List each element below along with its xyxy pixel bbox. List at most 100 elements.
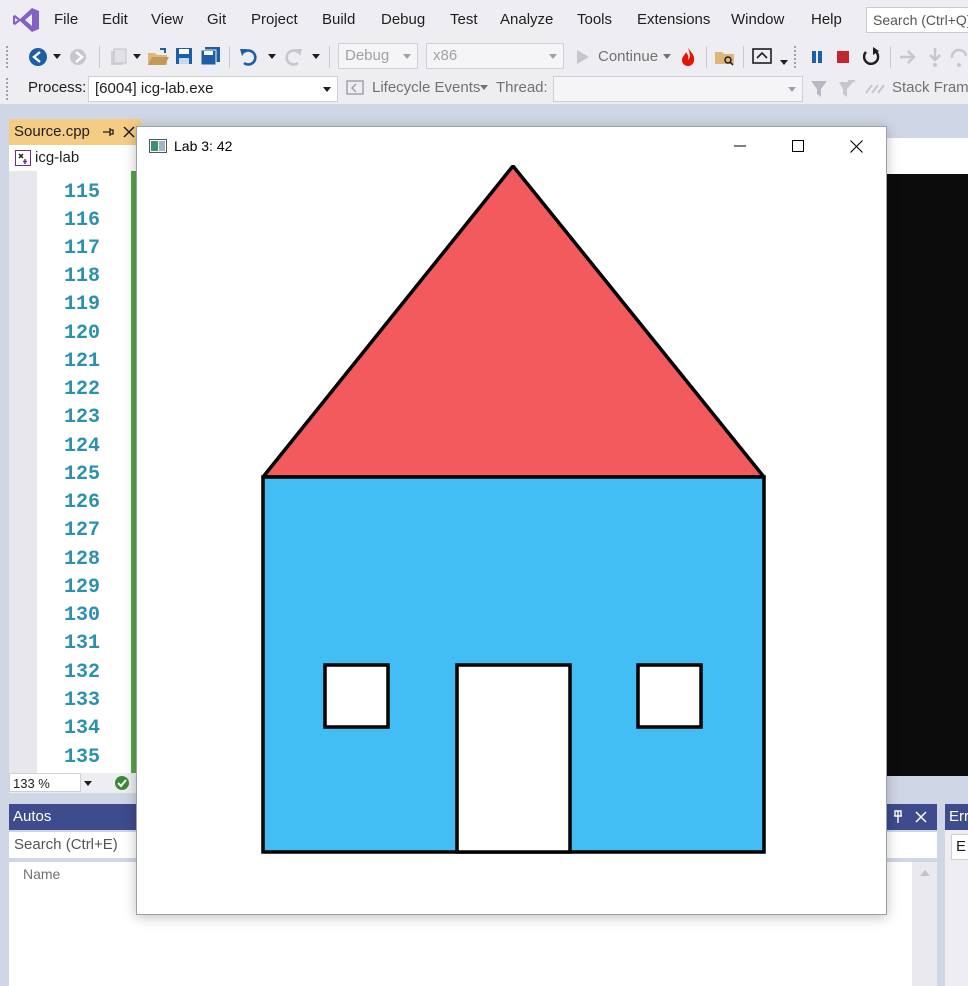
redo-icon[interactable] bbox=[282, 46, 304, 68]
line-number: 133 bbox=[63, 689, 100, 712]
chevron-down-icon bbox=[403, 54, 411, 59]
chevron-down-icon bbox=[788, 87, 796, 92]
menu-tools[interactable]: Tools bbox=[577, 11, 612, 28]
lifecycle-events-icon[interactable] bbox=[346, 79, 366, 97]
pin-icon[interactable] bbox=[102, 126, 114, 138]
error-list-search-box[interactable]: E bbox=[951, 834, 968, 860]
scroll-up-arrow-icon[interactable] bbox=[920, 870, 930, 876]
navigate-back-icon[interactable] bbox=[28, 47, 48, 67]
error-list-panel-header[interactable]: Err bbox=[945, 804, 968, 830]
chevron-down-icon bbox=[323, 87, 331, 92]
menu-edit[interactable]: Edit bbox=[102, 11, 128, 28]
close-icon[interactable] bbox=[123, 126, 135, 138]
chevron-down-icon[interactable] bbox=[268, 54, 276, 60]
line-number: 128 bbox=[63, 548, 100, 571]
line-number: 115 bbox=[63, 181, 100, 204]
menu-git[interactable]: Git bbox=[207, 11, 226, 28]
chevron-down-icon[interactable] bbox=[312, 54, 320, 60]
menu-analyze[interactable]: Analyze bbox=[500, 11, 553, 28]
visual-studio-logo-icon[interactable] bbox=[12, 7, 40, 33]
search-input[interactable]: Search (Ctrl+Q) bbox=[866, 7, 968, 33]
chevron-down-icon[interactable] bbox=[480, 85, 488, 91]
app-title-bar[interactable]: Lab 3: 42 bbox=[137, 127, 886, 165]
stop-debugging-icon[interactable] bbox=[836, 50, 850, 64]
new-project-icon[interactable] bbox=[108, 47, 128, 67]
hot-reload-flame-icon[interactable] bbox=[680, 47, 696, 67]
lifecycle-events-label[interactable]: Lifecycle Events bbox=[372, 79, 480, 96]
menu-file[interactable]: File bbox=[54, 11, 78, 28]
chevron-down-icon[interactable] bbox=[133, 54, 141, 60]
process-dropdown[interactable]: [6004] icg-lab.exe bbox=[88, 76, 338, 102]
chevron-down-icon[interactable] bbox=[53, 54, 61, 60]
stack-frame-label: Stack Frame bbox=[892, 79, 968, 96]
toolbar-separator bbox=[229, 46, 230, 68]
menu-debug[interactable]: Debug bbox=[381, 11, 425, 28]
solution-platform-dropdown[interactable]: x86 bbox=[426, 43, 564, 69]
zoom-dropdown[interactable]: 133 % bbox=[9, 773, 81, 792]
app-window-title: Lab 3: 42 bbox=[174, 138, 233, 154]
console-app-icon bbox=[149, 139, 167, 153]
step-over-icon[interactable] bbox=[950, 46, 968, 68]
menu-window[interactable]: Window bbox=[731, 11, 784, 28]
flag-threads-icon[interactable] bbox=[836, 79, 856, 99]
show-next-statement-icon[interactable] bbox=[898, 48, 918, 66]
pin-icon[interactable] bbox=[892, 810, 904, 824]
line-number: 131 bbox=[63, 632, 100, 655]
close-window-button[interactable] bbox=[827, 127, 885, 165]
chevron-down-icon[interactable] bbox=[84, 781, 92, 786]
undo-icon[interactable] bbox=[238, 46, 260, 68]
house-window-right bbox=[636, 663, 703, 729]
console-output-area bbox=[880, 174, 968, 776]
error-list-title: Err bbox=[949, 808, 968, 825]
drawing-canvas bbox=[261, 165, 766, 854]
line-number: 122 bbox=[63, 378, 100, 401]
menu-test[interactable]: Test bbox=[450, 11, 478, 28]
play-icon[interactable] bbox=[576, 49, 590, 65]
save-all-icon[interactable] bbox=[200, 46, 222, 66]
toggle-filter-icon[interactable] bbox=[810, 79, 828, 99]
solution-configuration-dropdown[interactable]: Debug bbox=[338, 43, 418, 69]
continue-label[interactable]: Continue bbox=[598, 48, 658, 65]
application-insights-icon[interactable] bbox=[752, 47, 774, 67]
minimize-button[interactable] bbox=[711, 127, 769, 165]
thread-dropdown[interactable] bbox=[553, 76, 803, 102]
solution-platform-value: x86 bbox=[433, 47, 458, 64]
line-number: 123 bbox=[63, 406, 100, 429]
editor-status-bar: 133 % bbox=[9, 773, 143, 793]
line-number: 130 bbox=[63, 604, 100, 627]
minimize-icon bbox=[734, 145, 746, 147]
project-scope-label[interactable]: icg-lab bbox=[35, 149, 79, 166]
column-header-name[interactable]: Name bbox=[23, 866, 60, 882]
toolbar-grip[interactable] bbox=[6, 46, 12, 68]
menu-help[interactable]: Help bbox=[811, 11, 842, 28]
show-only-flagged-icon[interactable] bbox=[864, 79, 886, 99]
standard-toolbar: Debug x86 Continue bbox=[0, 40, 968, 74]
autos-vertical-scrollbar[interactable] bbox=[912, 862, 937, 986]
toolbar-separator bbox=[99, 46, 100, 68]
restart-icon[interactable] bbox=[860, 46, 882, 68]
lab-application-window[interactable]: Lab 3: 42 bbox=[136, 126, 887, 915]
line-number: 125 bbox=[63, 463, 100, 486]
navigate-forward-icon[interactable] bbox=[68, 47, 88, 67]
chevron-down-icon[interactable] bbox=[663, 54, 671, 60]
maximize-button[interactable] bbox=[769, 127, 827, 165]
menu-project[interactable]: Project bbox=[251, 11, 298, 28]
find-in-files-icon[interactable] bbox=[714, 47, 736, 67]
save-icon[interactable] bbox=[175, 47, 193, 65]
open-file-icon[interactable] bbox=[147, 47, 169, 67]
menu-view[interactable]: View bbox=[151, 11, 183, 28]
tab-source-cpp[interactable]: Source.cpp bbox=[9, 119, 141, 145]
step-into-icon[interactable] bbox=[926, 46, 944, 68]
line-number: 118 bbox=[63, 265, 100, 288]
close-icon[interactable] bbox=[915, 811, 927, 823]
break-all-pause-icon[interactable] bbox=[810, 49, 824, 65]
line-number: 135 bbox=[63, 746, 100, 769]
no-issues-check-icon[interactable] bbox=[114, 775, 130, 791]
line-number: 119 bbox=[63, 293, 100, 316]
menu-extensions[interactable]: Extensions bbox=[637, 11, 710, 28]
chevron-down-icon[interactable] bbox=[780, 60, 788, 66]
menu-build[interactable]: Build bbox=[322, 11, 355, 28]
maximize-icon bbox=[792, 140, 804, 152]
toolbar-grip[interactable] bbox=[6, 78, 12, 100]
toolbar-grip[interactable] bbox=[794, 46, 800, 68]
